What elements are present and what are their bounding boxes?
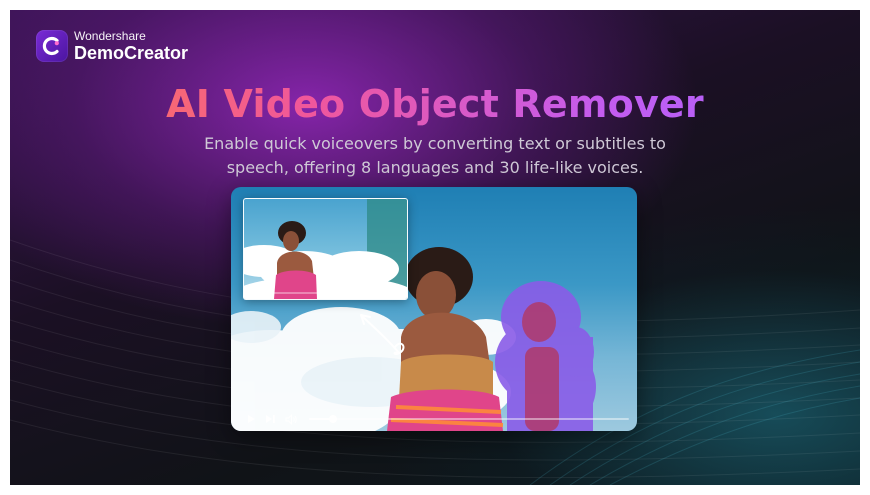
player-controls	[246, 409, 632, 429]
original-frame-illustration	[244, 199, 407, 299]
play-icon[interactable]	[246, 414, 256, 424]
subtitle-line-1: Enable quick voiceovers by converting te…	[204, 134, 666, 153]
seek-bar[interactable]	[309, 415, 629, 423]
democreator-logo-icon	[36, 30, 68, 62]
brand-company: Wondershare	[74, 29, 146, 43]
subtitle-line-2: speech, offering 8 languages and 30 life…	[226, 158, 644, 177]
volume-icon[interactable]	[285, 413, 298, 425]
brand-product: DemoCreator	[74, 43, 189, 63]
seek-handle[interactable]	[329, 415, 337, 423]
page-title: AI Video Object Remover	[10, 82, 860, 126]
before-thumbnail[interactable]	[243, 198, 408, 300]
skip-next-icon[interactable]	[265, 414, 276, 424]
brand-logo[interactable]: Wondershare DemoCreator	[36, 30, 188, 62]
page-subtitle: Enable quick voiceovers by converting te…	[10, 132, 860, 180]
